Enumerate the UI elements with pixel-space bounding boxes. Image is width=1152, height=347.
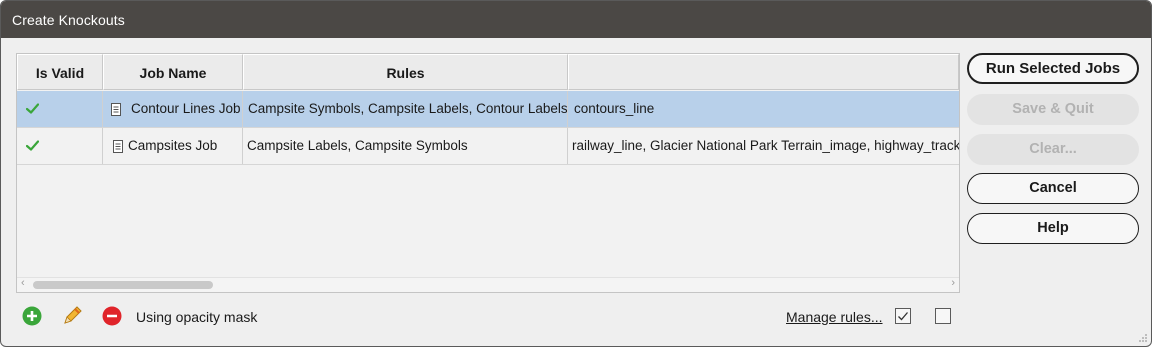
- horizontal-scrollbar[interactable]: ‹ ›: [17, 277, 959, 292]
- checkbox-check-icon: [898, 312, 908, 321]
- document-icon: [113, 140, 123, 153]
- help-button[interactable]: Help: [967, 213, 1139, 244]
- title-bar: Create Knockouts: [1, 1, 1151, 38]
- run-selected-jobs-button[interactable]: Run Selected Jobs: [967, 53, 1139, 84]
- checkmark-icon: [26, 140, 39, 151]
- scroll-left-icon[interactable]: ‹: [21, 277, 25, 289]
- layers-cell: railway_line, Glacier National Park Terr…: [572, 138, 959, 153]
- rules-cell: Campsite Symbols, Campsite Labels, Conto…: [243, 91, 568, 127]
- valid-cell: [17, 128, 103, 164]
- rules-cell: Campsite Labels, Campsite Symbols: [243, 128, 568, 164]
- table-row[interactable]: Contour Lines Job Campsite Symbols, Camp…: [17, 91, 959, 128]
- manage-rules-link[interactable]: Manage rules...: [786, 309, 883, 325]
- document-icon: [111, 103, 121, 116]
- column-header-rules[interactable]: Rules: [243, 54, 568, 90]
- jobs-table: Is Valid Job Name Rules Contour Lines Jo…: [16, 53, 960, 293]
- column-header-layers[interactable]: [568, 54, 959, 90]
- scroll-right-icon[interactable]: ›: [951, 277, 955, 289]
- window-title: Create Knockouts: [12, 12, 125, 28]
- checkmark-icon: [26, 103, 39, 114]
- column-header-job-name[interactable]: Job Name: [103, 54, 243, 90]
- save-quit-button[interactable]: Save & Quit: [967, 94, 1139, 125]
- pencil-icon[interactable]: [61, 305, 83, 327]
- job-name-text: Campsites Job: [128, 138, 218, 153]
- table-row[interactable]: Campsites Job Campsite Labels, Campsite …: [17, 128, 959, 165]
- job-name-cell: Campsites Job: [103, 128, 243, 164]
- remove-icon[interactable]: [102, 306, 122, 326]
- resize-grip-icon[interactable]: [1138, 333, 1148, 343]
- column-header-is-valid[interactable]: Is Valid: [17, 54, 103, 90]
- valid-cell: [17, 91, 103, 127]
- opacity-mask-label: Using opacity mask: [136, 309, 258, 325]
- add-icon[interactable]: [22, 306, 42, 326]
- create-knockouts-dialog: Create Knockouts Is Valid Job Name Rules…: [0, 0, 1152, 347]
- clear-button[interactable]: Clear...: [967, 134, 1139, 165]
- job-name-cell: Contour Lines Job: [103, 91, 243, 127]
- cancel-button[interactable]: Cancel: [967, 173, 1139, 204]
- checkbox-checked[interactable]: [895, 308, 911, 324]
- job-name-text: Contour Lines Job: [131, 101, 241, 116]
- layers-cell: contours_line: [574, 101, 655, 116]
- scrollbar-thumb[interactable]: [33, 281, 213, 289]
- checkbox-unchecked[interactable]: [935, 308, 951, 324]
